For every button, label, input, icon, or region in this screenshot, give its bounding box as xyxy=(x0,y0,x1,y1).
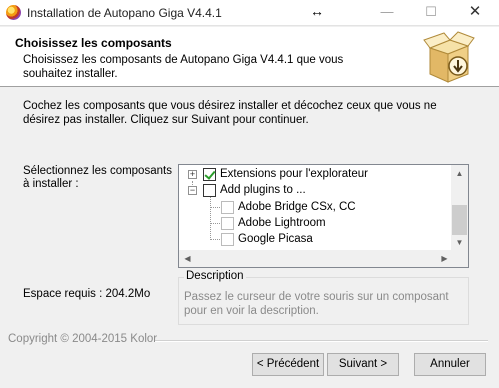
next-button[interactable]: Suivant > xyxy=(327,353,399,376)
scroll-up-icon[interactable]: ▲ xyxy=(451,165,468,182)
close-button[interactable]: ✕ xyxy=(453,2,497,24)
tree-item-google-picasa[interactable]: Google Picasa xyxy=(179,231,453,247)
tree-item-label: Extensions pour l'explorateur xyxy=(220,168,368,180)
checkbox-unchecked[interactable] xyxy=(221,201,234,214)
components-tree[interactable]: + Extensions pour l'explorateur − Add pl… xyxy=(178,164,469,268)
window-title: Installation de Autopano Giga V4.4.1 xyxy=(27,6,222,20)
tree-item-label: Add plugins to ... xyxy=(220,184,306,196)
description-text: Passez le curseur de votre souris sur un… xyxy=(184,291,449,317)
copyright-text: Copyright © 2004-2015 Kolor xyxy=(8,333,158,345)
tree-item-add-plugins[interactable]: − Add plugins to ... xyxy=(179,182,453,198)
back-button[interactable]: < Précédent xyxy=(252,353,324,376)
expand-icon[interactable]: + xyxy=(188,170,197,179)
scrollbar-corner xyxy=(451,250,468,267)
tree-item-adobe-bridge[interactable]: Adobe Bridge CSx, CC xyxy=(179,199,453,215)
collapse-icon[interactable]: − xyxy=(188,186,197,195)
scroll-left-icon[interactable]: ◀ xyxy=(179,250,196,267)
page-subtitle: Choisissez les composants de Autopano Gi… xyxy=(23,54,344,80)
cancel-button[interactable]: Annuler xyxy=(414,353,486,376)
minimize-button[interactable]: — xyxy=(365,2,409,24)
maximize-button[interactable]: ☐ xyxy=(409,2,453,24)
tree-item-explorer-extensions[interactable]: + Extensions pour l'explorateur xyxy=(179,166,453,182)
wizard-header: Choisissez les composants Choisissez les… xyxy=(0,27,499,87)
tree-item-label: Google Picasa xyxy=(238,233,313,245)
checkbox-checked[interactable] xyxy=(203,168,216,181)
select-components-label: Sélectionnez les composants à installer … xyxy=(23,165,172,190)
page-title: Choisissez les composants xyxy=(15,36,172,50)
checkbox-unchecked[interactable] xyxy=(203,184,216,197)
footer-separator xyxy=(155,340,488,342)
tree-item-label: Adobe Lightroom xyxy=(238,217,326,229)
installer-box-icon xyxy=(423,31,475,83)
scroll-down-icon[interactable]: ▼ xyxy=(451,234,468,251)
vertical-scrollbar[interactable]: ▲ ▼ xyxy=(451,165,468,251)
intro-text: Cochez les composants que vous désirez i… xyxy=(23,100,437,126)
description-legend: Description xyxy=(184,270,246,282)
checkbox-unchecked[interactable] xyxy=(221,217,234,230)
scroll-thumb[interactable] xyxy=(452,205,467,235)
app-icon xyxy=(6,5,21,20)
tree-item-adobe-lightroom[interactable]: Adobe Lightroom xyxy=(179,215,453,231)
title-bar: Installation de Autopano Giga V4.4.1 ↔ —… xyxy=(0,0,499,26)
space-required-label: Espace requis : 204.2Mo xyxy=(23,288,151,300)
horizontal-scrollbar[interactable]: ◀ ▶ xyxy=(179,250,453,267)
checkbox-unchecked[interactable] xyxy=(221,233,234,246)
resize-cursor-icon: ↔ xyxy=(310,3,324,19)
tree-item-label: Adobe Bridge CSx, CC xyxy=(238,201,356,213)
